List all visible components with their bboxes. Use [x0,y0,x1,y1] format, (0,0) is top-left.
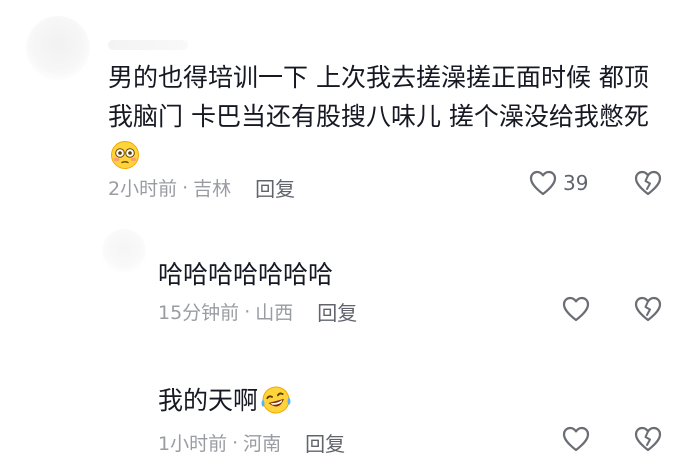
comment-location: 山西 [255,302,294,324]
broken-heart-icon[interactable] [634,426,662,452]
laughing-crying-face-emoji-icon [260,385,292,426]
comment-text: 哈哈哈哈哈哈哈 [158,255,658,294]
username[interactable] [108,40,188,50]
reply-item: 哈哈哈哈哈哈哈 15分钟前 · 山西 回复 [0,215,690,335]
comment-text-content: 我的天啊 [158,386,259,415]
comment-item: 男的也得培训一下 上次我去搓澡搓正面时候 都顶我脑门 卡巴当还有股搜八味儿 搓个… [0,0,690,215]
comment-meta: 2小时前 · 吉林 回复 [108,173,295,202]
like-count: 39 [563,171,589,195]
meta-separator: · [232,431,239,454]
comment-text: 男的也得培训一下 上次我去搓澡搓正面时候 都顶我脑门 卡巴当还有股搜八味儿 搓个… [108,58,668,181]
comment-meta: 1小时前 · 河南 回复 [158,428,345,457]
heart-icon [529,170,557,196]
reply-button[interactable]: 回复 [305,428,345,457]
comment-time: 2小时前 [108,178,178,200]
comment-text: 我的天啊 [158,381,658,426]
comment-time: 15分钟前 [158,302,240,324]
comment-text-content: 男的也得培训一下 上次我去搓澡搓正面时候 都顶我脑门 卡巴当还有股搜八味儿 搓个… [108,63,649,131]
comment-time: 1小时前 [158,433,228,455]
avatar[interactable] [102,229,146,273]
comment-actions: 39 [529,170,588,196]
heart-icon[interactable] [562,296,590,322]
broken-heart-icon[interactable] [634,170,662,196]
comment-meta: 15分钟前 · 山西 回复 [158,297,357,326]
like-button[interactable]: 39 [529,170,588,196]
reply-button[interactable]: 回复 [255,173,295,202]
comment-text-content: 哈哈哈哈哈哈哈 [158,260,334,289]
avatar[interactable] [26,16,90,80]
comment-location: 吉林 [193,178,232,200]
reply-item: 我的天啊 1小时前 · 河南 回复 [0,340,690,457]
heart-icon[interactable] [562,426,590,452]
meta-separator: · [182,176,189,199]
meta-separator: · [244,300,251,323]
reply-button[interactable]: 回复 [317,297,357,326]
comment-location: 河南 [243,433,282,455]
broken-heart-icon[interactable] [634,296,662,322]
